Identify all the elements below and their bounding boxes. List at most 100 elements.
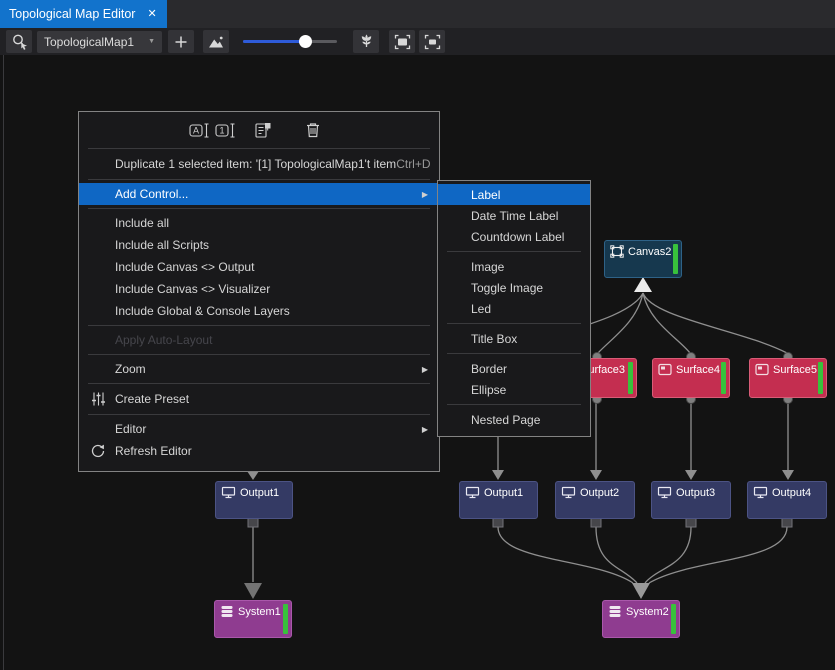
editor-toolbar: TopologicalMap1 ▼ bbox=[0, 28, 835, 55]
node-output4[interactable]: Output4 bbox=[747, 481, 827, 519]
node-output1-left[interactable]: Output1 bbox=[215, 481, 293, 519]
magnifier-cursor-icon[interactable] bbox=[6, 30, 32, 53]
menu-item-add-control[interactable]: Add Control...▶ bbox=[79, 183, 439, 205]
submenu-item-border[interactable]: Border bbox=[438, 358, 590, 379]
submenu-item-countdown-label[interactable]: Countdown Label bbox=[438, 226, 590, 247]
add-map-button[interactable] bbox=[168, 30, 194, 53]
node-label: Output2 bbox=[580, 486, 619, 499]
submenu-item-ellipse[interactable]: Ellipse bbox=[438, 379, 590, 400]
menu-item-label: Include all bbox=[115, 216, 169, 230]
menu-item-label: Create Preset bbox=[115, 392, 189, 406]
submenu-item-led[interactable]: Led bbox=[438, 298, 590, 319]
menu-item-label: Date Time Label bbox=[471, 209, 558, 223]
node-label: Surface4 bbox=[676, 363, 720, 376]
node-status-stripe bbox=[721, 362, 726, 394]
rename-icon[interactable]: A bbox=[187, 118, 211, 142]
node-surface4[interactable]: Surface4 bbox=[652, 358, 730, 398]
node-canvas2[interactable]: Canvas2 bbox=[604, 240, 682, 278]
submenu-item-nested-page[interactable]: Nested Page bbox=[438, 409, 590, 430]
menu-item-label: Countdown Label bbox=[471, 230, 564, 244]
context-menu-items: Duplicate 1 selected item: '[1] Topologi… bbox=[79, 152, 439, 462]
menu-separator bbox=[447, 323, 581, 324]
renumber-icon[interactable]: 1 bbox=[213, 118, 237, 142]
chevron-down-icon: ▼ bbox=[148, 38, 155, 45]
fit-frame-icon[interactable] bbox=[389, 30, 415, 53]
menu-separator bbox=[88, 383, 430, 384]
add-control-submenu: Label Date Time Label Countdown Label Image… bbox=[437, 180, 591, 437]
node-label: Output1 bbox=[484, 486, 523, 499]
node-system1[interactable]: System1 bbox=[214, 600, 292, 638]
menu-item-create-preset[interactable]: Create Preset bbox=[79, 387, 439, 411]
menu-item-label: Nested Page bbox=[471, 413, 540, 427]
node-label: Surface5 bbox=[773, 363, 817, 376]
output-icon bbox=[221, 486, 236, 499]
image-icon[interactable] bbox=[203, 30, 229, 53]
context-menu-icon-row: A1 bbox=[79, 115, 439, 145]
output-icon bbox=[465, 486, 480, 499]
submenu-item-label[interactable]: Label bbox=[438, 184, 590, 205]
menu-item-label: Refresh Editor bbox=[115, 444, 192, 458]
node-status-stripe bbox=[818, 362, 823, 394]
menu-item-refresh-editor[interactable]: Refresh Editor bbox=[79, 440, 439, 462]
menu-item-label: Label bbox=[471, 188, 500, 202]
refresh-icon bbox=[90, 443, 106, 459]
menu-item-zoom[interactable]: Zoom▶ bbox=[79, 358, 439, 380]
menu-item-label: Include Canvas <> Output bbox=[115, 260, 254, 274]
node-label: Output4 bbox=[772, 486, 811, 499]
submenu-item-image[interactable]: Image bbox=[438, 256, 590, 277]
node-status-stripe bbox=[283, 604, 288, 634]
menu-item-label: Led bbox=[471, 302, 491, 316]
tab-topological-map-editor[interactable]: Topological Map Editor ✕ bbox=[0, 0, 167, 28]
menu-item-editor[interactable]: Editor▶ bbox=[79, 418, 439, 440]
slider-thumb[interactable] bbox=[299, 35, 312, 48]
node-output1[interactable]: Output1 bbox=[459, 481, 538, 519]
canvas-icon bbox=[610, 245, 624, 258]
menu-item-include-global-console-layers[interactable]: Include Global & Console Layers bbox=[79, 300, 439, 322]
context-menu: A1 Duplicate 1 selected item: '[1] Topol… bbox=[78, 111, 440, 472]
menu-item-label: Ellipse bbox=[471, 383, 506, 397]
menu-item-label: Image bbox=[471, 260, 504, 274]
menu-item-label: Include Global & Console Layers bbox=[115, 304, 290, 318]
node-label: Canvas2 bbox=[628, 245, 671, 258]
menu-item-include-all[interactable]: Include all bbox=[79, 212, 439, 234]
node-system2[interactable]: System2 bbox=[602, 600, 680, 638]
delete-icon[interactable] bbox=[301, 118, 325, 142]
node-status-stripe bbox=[671, 604, 676, 634]
node-status-stripe bbox=[628, 362, 633, 394]
script-list-icon[interactable] bbox=[251, 118, 275, 142]
node-surface5[interactable]: Surface5 bbox=[749, 358, 827, 398]
submenu-item-toggle-image[interactable]: Toggle Image bbox=[438, 277, 590, 298]
zoom-slider[interactable] bbox=[243, 30, 337, 53]
submenu-item-date-time-label[interactable]: Date Time Label bbox=[438, 205, 590, 226]
tab-close-icon[interactable]: ✕ bbox=[147, 9, 156, 20]
menu-item-duplicate-1-selected-item-1-topologicalmap1-t-item[interactable]: Duplicate 1 selected item: '[1] Topologi… bbox=[79, 152, 439, 176]
surface-icon bbox=[755, 363, 769, 376]
submenu-arrow-icon: ▶ bbox=[422, 190, 429, 199]
menu-separator bbox=[88, 325, 430, 326]
node-output2[interactable]: Output2 bbox=[555, 481, 635, 519]
submenu-arrow-icon: ▶ bbox=[422, 425, 429, 434]
menu-item-label: Duplicate 1 selected item: '[1] Topologi… bbox=[115, 157, 396, 171]
output-icon bbox=[561, 486, 576, 499]
menu-shortcut: Ctrl+D bbox=[396, 157, 432, 171]
surface-icon bbox=[658, 363, 672, 376]
menu-item-include-canvas-output[interactable]: Include Canvas <> Output bbox=[79, 256, 439, 278]
map-selector-dropdown[interactable]: TopologicalMap1 ▼ bbox=[37, 31, 162, 53]
menu-item-include-all-scripts[interactable]: Include all Scripts bbox=[79, 234, 439, 256]
menu-item-label: Zoom bbox=[115, 362, 146, 376]
node-label: System1 bbox=[238, 605, 281, 618]
svg-text:1: 1 bbox=[219, 125, 224, 135]
menu-item-label: Border bbox=[471, 362, 507, 376]
fill-frame-icon[interactable] bbox=[419, 30, 445, 53]
node-label: Output3 bbox=[676, 486, 715, 499]
node-label: System2 bbox=[626, 605, 669, 618]
menu-separator bbox=[447, 251, 581, 252]
slider-fill bbox=[243, 40, 305, 43]
menu-item-include-canvas-visualizer[interactable]: Include Canvas <> Visualizer bbox=[79, 278, 439, 300]
system-icon bbox=[220, 605, 234, 618]
system-icon bbox=[608, 605, 622, 618]
flower-icon[interactable] bbox=[353, 30, 379, 53]
submenu-item-title-box[interactable]: Title Box bbox=[438, 328, 590, 349]
node-output3[interactable]: Output3 bbox=[651, 481, 731, 519]
node-label: Output1 bbox=[240, 486, 279, 499]
